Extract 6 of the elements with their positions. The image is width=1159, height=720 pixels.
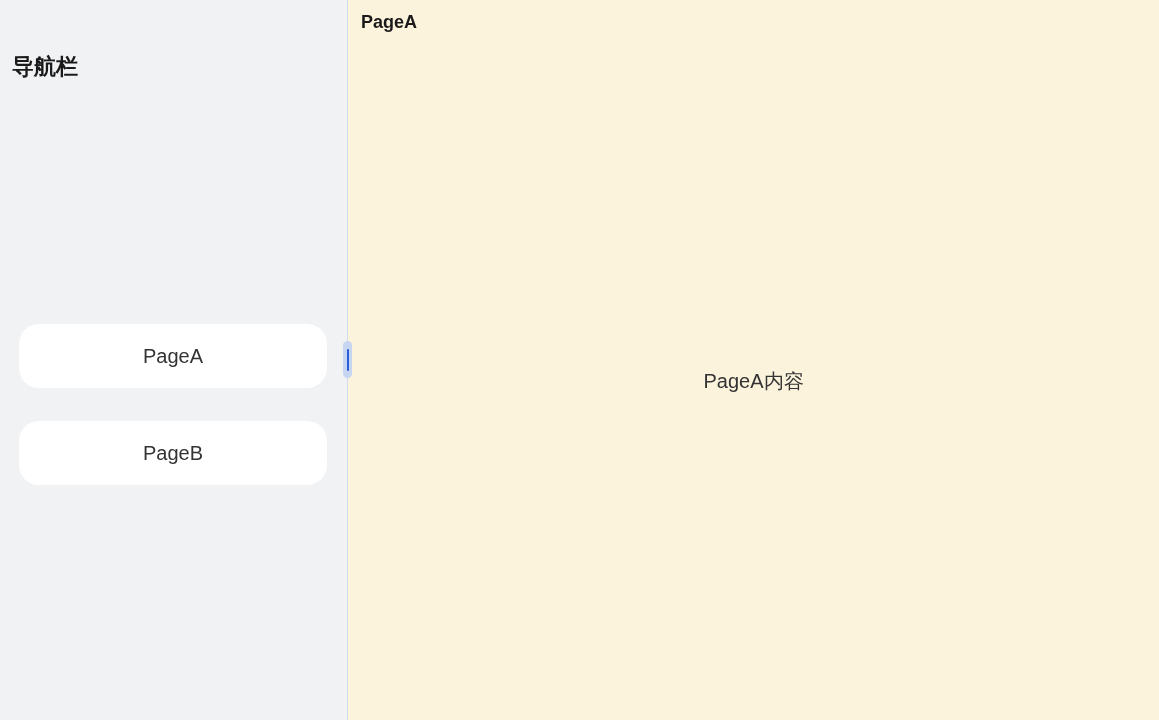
nav-item[interactable]: PageA xyxy=(19,324,327,388)
resize-handle[interactable] xyxy=(343,341,352,378)
page-title: PageA xyxy=(361,12,418,32)
nav-item[interactable]: PageB xyxy=(19,421,327,485)
page-content-text: PageA内容 xyxy=(703,368,804,394)
sidebar-title: 导航栏 xyxy=(12,54,78,79)
